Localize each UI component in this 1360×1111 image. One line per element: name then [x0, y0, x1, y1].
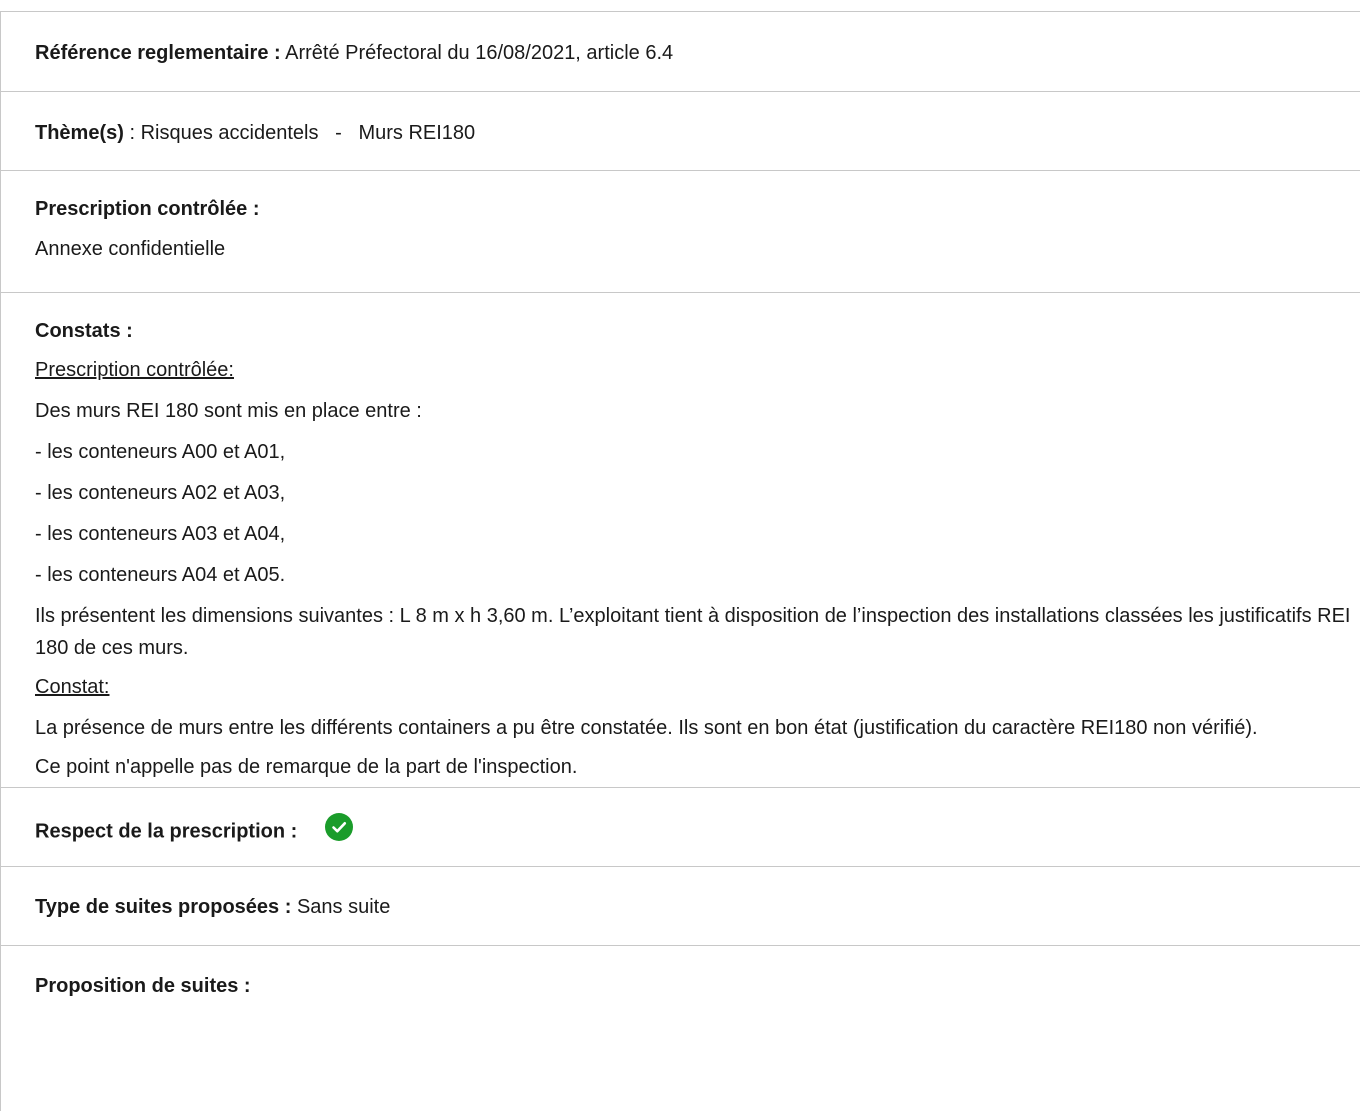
constats-intro: Des murs REI 180 sont mis en place entre…: [35, 400, 422, 422]
type-suites-line: Type de suites proposées : Sans suite: [35, 897, 1360, 917]
check-circle-icon: [324, 813, 353, 841]
type-suites-value: Sans suite: [296, 896, 391, 918]
prescription-value: Annexe confidentielle: [35, 238, 226, 260]
constats-finding: La présence de murs entre les différents…: [35, 717, 1258, 739]
inspection-sheet: Référence reglementaire : Arrêté Préfect…: [0, 11, 1360, 1111]
constats-sub2-title: Constat:: [35, 676, 110, 698]
type-suites-label: Type de suites proposées :: [35, 896, 292, 918]
themes-value: Risques accidentels - Murs REI180: [140, 122, 476, 144]
themes-line: Thème(s) : Risques accidentels - Murs RE…: [35, 123, 1360, 143]
list-item: - les conteneurs A03 et A04,: [35, 523, 286, 545]
constats-row: Constats : Prescription contrôlée: Des m…: [1, 293, 1360, 788]
respect-row: Respect de la prescription :: [1, 788, 1360, 867]
list-item: - les conteneurs A00 et A01,: [35, 441, 286, 463]
prescription-label: Prescription contrôlée :: [35, 198, 260, 220]
constats-dimensions: Ils présentent les dimensions suivantes …: [35, 605, 1351, 659]
reference-row: Référence reglementaire : Arrêté Préfect…: [1, 12, 1360, 92]
constats-sub1-title: Prescription contrôlée:: [35, 359, 234, 381]
list-item: - les conteneurs A02 et A03,: [35, 482, 286, 504]
proposition-label: Proposition de suites :: [35, 975, 251, 997]
respect-label: Respect de la prescription :: [35, 820, 298, 843]
reference-value: Arrêté Préfectoral du 16/08/2021, articl…: [285, 42, 674, 64]
type-suites-row: Type de suites proposées : Sans suite: [1, 867, 1360, 946]
reference-line: Référence reglementaire : Arrêté Préfect…: [35, 43, 1360, 63]
constats-conclusion: Ce point n'appelle pas de remarque de la…: [35, 756, 578, 778]
themes-label: Thème(s): [35, 122, 124, 144]
themes-separator: :: [129, 122, 136, 144]
respect-line: Respect de la prescription :: [35, 813, 1360, 846]
constats-label: Constats :: [35, 320, 133, 342]
reference-label: Référence reglementaire :: [35, 42, 281, 64]
themes-row: Thème(s) : Risques accidentels - Murs RE…: [1, 92, 1360, 171]
list-item: - les conteneurs A04 et A05.: [35, 564, 286, 586]
prescription-row: Prescription contrôlée : Annexe confiden…: [1, 171, 1360, 293]
constats-body: Prescription contrôlée: Des murs REI 180…: [35, 360, 1360, 777]
proposition-row: Proposition de suites :: [1, 946, 1360, 1036]
